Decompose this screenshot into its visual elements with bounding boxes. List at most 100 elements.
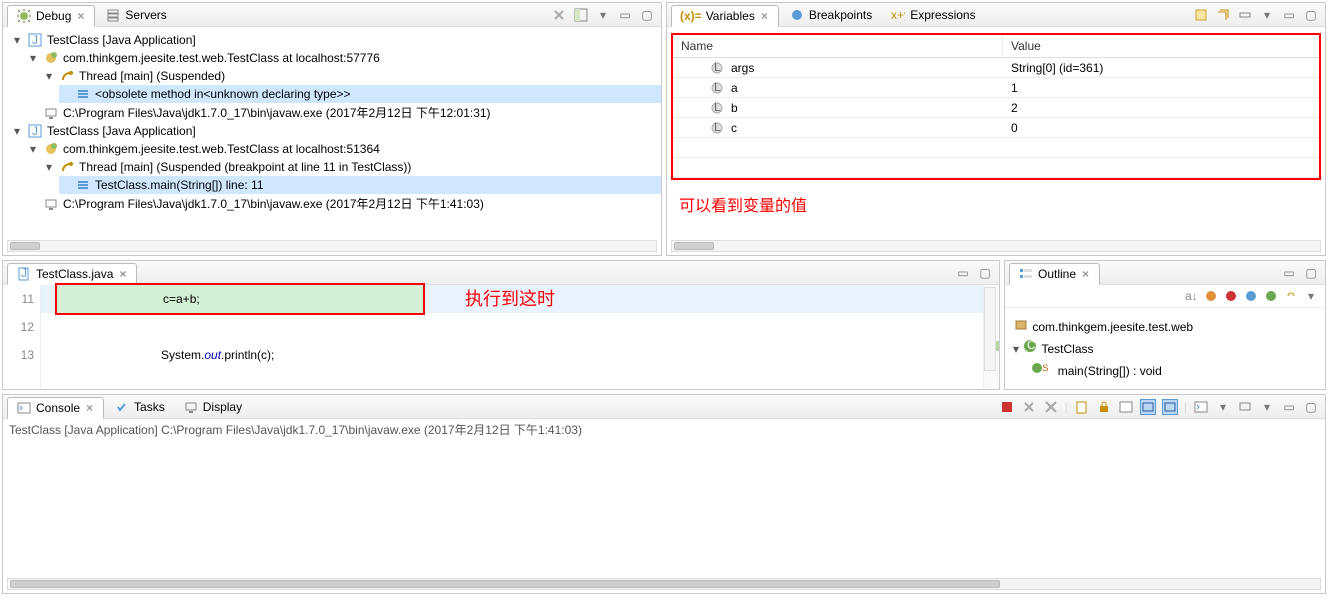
hide-nonpublic-icon[interactable] — [1243, 288, 1259, 304]
show-console-on-err-icon[interactable] — [1162, 399, 1178, 415]
col-header-value[interactable]: Value — [1003, 35, 1319, 57]
bottom-tabbar: Console × Tasks Display | | ▾ ▾ ▭ — [3, 395, 1325, 419]
hide-fields-icon[interactable] — [1203, 288, 1219, 304]
display-selected-console-icon[interactable] — [1237, 399, 1253, 415]
annotation-text: 可以看到变量的值 — [667, 180, 1325, 216]
debug-tree-node[interactable]: ▾JTestClass [Java Application] — [11, 31, 661, 49]
tab-label: Display — [203, 400, 242, 414]
close-icon[interactable]: × — [1080, 267, 1091, 281]
tab-expressions[interactable]: x+y Expressions — [882, 4, 983, 26]
variable-row[interactable]: LargsString[0] (id=361) — [673, 58, 1319, 78]
svg-text:L: L — [714, 102, 721, 114]
expand-toggle[interactable]: ▾ — [43, 160, 55, 174]
code-editor[interactable]: 11 12 13 c=a+b; 执行到这时 System.out.println… — [3, 285, 999, 389]
clear-console-icon[interactable] — [1074, 399, 1090, 415]
h-scrollbar[interactable] — [671, 240, 1321, 252]
package-icon — [1013, 316, 1029, 332]
view-menu-icon[interactable]: ▾ — [1259, 7, 1275, 23]
view-menu-icon[interactable]: ▾ — [595, 7, 611, 23]
tab-debug[interactable]: Debug × — [7, 5, 95, 27]
scroll-lock-icon[interactable] — [1096, 399, 1112, 415]
code-line-12[interactable] — [41, 313, 983, 341]
code-line-13[interactable]: System.out.println(c); — [41, 341, 983, 369]
debug-tree-node[interactable]: TestClass.main(String[]) line: 11 — [59, 176, 661, 194]
close-icon[interactable]: × — [75, 9, 86, 23]
variable-row[interactable]: Lc0 — [673, 118, 1319, 138]
col-header-name[interactable]: Name — [673, 35, 1003, 57]
outline-tree[interactable]: com.thinkgem.jeesite.test.web ▾ C TestCl… — [1005, 308, 1325, 386]
expand-toggle[interactable]: ▾ — [43, 69, 55, 83]
collapse-all-icon[interactable] — [1215, 7, 1231, 23]
h-scrollbar[interactable] — [7, 578, 1321, 590]
remove-all-icon[interactable] — [1043, 399, 1059, 415]
hide-static-icon[interactable] — [1223, 288, 1239, 304]
expand-toggle[interactable]: ▾ — [27, 51, 39, 65]
v-scrollbar[interactable] — [984, 287, 996, 371]
h-scrollbar[interactable] — [7, 240, 657, 252]
tab-variables[interactable]: (x)= Variables × — [671, 5, 779, 27]
maximize-icon[interactable]: ▢ — [1303, 7, 1319, 23]
debug-tree-node[interactable]: <obsolete method in<unknown declaring ty… — [59, 85, 661, 103]
debug-tree-node[interactable]: ▾com.thinkgem.jeesite.test.web.TestClass… — [27, 49, 661, 67]
layout-icon[interactable] — [573, 7, 589, 23]
svg-text:x+y: x+y — [891, 9, 905, 21]
debug-tree[interactable]: ▾JTestClass [Java Application]▾com.think… — [3, 27, 661, 237]
sort-icon[interactable]: a↓z — [1183, 288, 1199, 304]
tab-console[interactable]: Console × — [7, 397, 104, 419]
debug-tree-node[interactable]: C:\Program Files\Java\jdk1.7.0_17\bin\ja… — [27, 103, 661, 122]
maximize-icon[interactable]: ▢ — [1303, 399, 1319, 415]
console-dropdown-2-icon[interactable]: ▾ — [1259, 399, 1275, 415]
minimize-icon[interactable]: ▭ — [955, 265, 971, 281]
remove-terminated-icon[interactable] — [551, 7, 567, 23]
variable-row[interactable]: Lb2 — [673, 98, 1319, 118]
hide-local-icon[interactable] — [1263, 288, 1279, 304]
var-value: 1 — [1003, 81, 1319, 95]
tree-node-label: TestClass [Java Application] — [47, 124, 196, 138]
close-icon[interactable]: × — [84, 401, 95, 415]
minimize-icon[interactable]: ▭ — [1281, 399, 1297, 415]
console-output[interactable] — [3, 440, 1325, 580]
tab-servers[interactable]: Servers — [97, 4, 174, 26]
svg-text:C: C — [1027, 339, 1036, 352]
console-dropdown-icon[interactable]: ▾ — [1215, 399, 1231, 415]
terminate-icon[interactable] — [999, 399, 1015, 415]
expand-toggle[interactable]: ▾ — [1013, 342, 1019, 356]
view-menu-icon[interactable]: ▾ — [1303, 288, 1319, 304]
tab-outline[interactable]: Outline × — [1009, 263, 1100, 285]
expand-toggle[interactable]: ▾ — [27, 142, 39, 156]
debug-tree-node[interactable]: C:\Program Files\Java\jdk1.7.0_17\bin\ja… — [27, 194, 661, 213]
remove-launch-icon[interactable] — [1021, 399, 1037, 415]
close-icon[interactable]: × — [759, 9, 770, 23]
expand-toggle[interactable]: ▾ — [11, 124, 23, 138]
link-icon[interactable] — [1283, 288, 1299, 304]
close-icon[interactable]: × — [117, 267, 128, 281]
outline-method: main(String[]) : void — [1058, 364, 1162, 378]
maximize-icon[interactable]: ▢ — [977, 265, 993, 281]
debug-tree-node[interactable]: ▾com.thinkgem.jeesite.test.web.TestClass… — [27, 140, 661, 158]
tab-breakpoints[interactable]: Breakpoints — [781, 4, 880, 26]
thread-icon — [59, 68, 75, 84]
debug-tree-node[interactable]: ▾Thread [main] (Suspended (breakpoint at… — [43, 158, 661, 176]
debug-tree-node[interactable]: ▾JTestClass [Java Application] — [11, 122, 661, 140]
expand-toggle[interactable]: ▾ — [11, 33, 23, 47]
frame-icon — [75, 177, 91, 193]
maximize-icon[interactable]: ▢ — [1303, 265, 1319, 281]
tab-display[interactable]: Display — [175, 396, 250, 418]
open-console-icon[interactable] — [1193, 399, 1209, 415]
show-console-on-out-icon[interactable] — [1140, 399, 1156, 415]
code-line-11[interactable]: c=a+b; 执行到这时 — [41, 285, 983, 313]
maximize-icon[interactable]: ▢ — [639, 7, 655, 23]
minimize-icon[interactable]: ▭ — [1281, 265, 1297, 281]
minimize-icon[interactable]: ▭ — [617, 7, 633, 23]
var-value: 0 — [1003, 121, 1319, 135]
pin-console-icon[interactable] — [1118, 399, 1134, 415]
show-type-names-icon[interactable] — [1193, 7, 1209, 23]
minimize-icon[interactable]: ▭ — [1281, 7, 1297, 23]
tab-editor-file[interactable]: J TestClass.java × — [7, 263, 137, 285]
toggle-icon[interactable] — [1237, 7, 1253, 23]
var-value: 2 — [1003, 101, 1319, 115]
debug-tree-node[interactable]: ▾Thread [main] (Suspended) — [43, 67, 661, 85]
tab-tasks[interactable]: Tasks — [106, 396, 173, 418]
variable-row[interactable]: La1 — [673, 78, 1319, 98]
bug-icon — [16, 8, 32, 24]
